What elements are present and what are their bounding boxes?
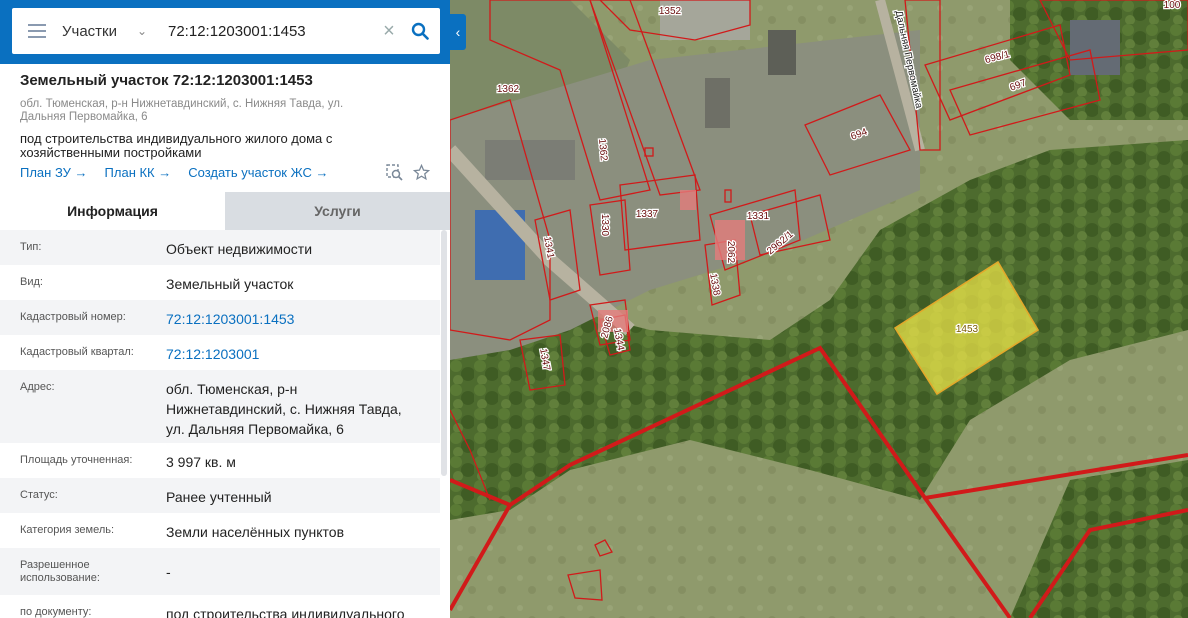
parcel-label: 2062 <box>725 241 736 264</box>
table-row: по документу: под строительства индивиду… <box>0 595 440 618</box>
search-bar: Участки ⌄ × <box>0 0 450 64</box>
link-plan-kk[interactable]: План КК → <box>105 165 172 180</box>
row-label: Кадастровый квартал: <box>20 346 134 358</box>
row-value: Земли населённых пунктов <box>166 524 345 540</box>
row-value: 3 997 кв. м <box>166 454 236 470</box>
tab-info[interactable]: Информация <box>0 192 225 230</box>
row-label: Площадь уточненная: <box>20 454 133 466</box>
collapse-icon: ‹ <box>455 24 461 40</box>
parcel-label: 1453 <box>956 324 979 335</box>
cadastral-map[interactable]: 1352 100 698/1 697 1362 1362 694 1337 1331 1330 13… <box>450 0 1188 618</box>
object-links: План ЗУ → План КК → Создать участок ЖС → <box>20 165 328 180</box>
cadastral-number-link[interactable]: 72:12:1203001:1453 <box>166 300 420 335</box>
search-input[interactable] <box>164 16 378 46</box>
row-value: обл. Тюменская, р-н Нижнетавдинский, с. … <box>166 381 402 437</box>
parcel-label: 1362 <box>497 84 520 95</box>
row-label: Тип: <box>20 241 42 253</box>
row-value: под строительства индивидуального <box>166 606 405 618</box>
search-button[interactable] <box>400 8 440 54</box>
row-label: по документу: <box>20 606 92 618</box>
object-actions <box>386 164 430 181</box>
info-table: Тип: Объект недвижимости Вид: Земельный … <box>0 230 440 618</box>
cadastral-quarter-link[interactable]: 72:12:1203001 <box>166 335 420 370</box>
zoom-to-icon[interactable] <box>386 164 403 181</box>
table-row: Статус: Ранее учтенный <box>0 478 440 513</box>
scrollbar[interactable] <box>441 230 447 476</box>
menu-icon <box>28 24 46 38</box>
link-create-parcel[interactable]: Создать участок ЖС → <box>188 165 328 180</box>
table-row: Кадастровый номер: 72:12:1203001:1453 <box>0 300 440 335</box>
row-label: Разрешенное использование: <box>20 559 100 584</box>
row-value: Земельный участок <box>166 276 294 292</box>
parcel-label: 1330 <box>599 214 610 237</box>
layer-select[interactable]: Участки ⌄ <box>62 8 164 54</box>
table-row: Адрес: обл. Тюменская, р-н Нижнетавдинск… <box>0 370 440 443</box>
row-label: Адрес: <box>20 381 55 393</box>
row-label: Вид: <box>20 276 43 288</box>
table-row: Площадь уточненная: 3 997 кв. м <box>0 443 440 478</box>
star-icon[interactable] <box>413 164 430 181</box>
object-header: Земельный участок 72:12:1203001:1453 обл… <box>0 64 450 192</box>
object-title: Земельный участок 72:12:1203001:1453 <box>20 72 313 89</box>
table-row: Разрешенное использование: - <box>0 548 440 595</box>
collapse-panel-button[interactable]: ‹ <box>450 14 466 50</box>
tab-services[interactable]: Услуги <box>225 192 450 230</box>
table-row: Вид: Земельный участок <box>0 265 440 300</box>
parcel-label: 100 <box>1164 0 1181 11</box>
search-box: Участки ⌄ × <box>12 8 440 54</box>
row-value: Объект недвижимости <box>166 241 313 257</box>
parcel-label: 1337 <box>636 209 659 220</box>
object-purpose: под строительства индивидуального жилого… <box>20 131 333 160</box>
search-icon <box>411 22 429 40</box>
row-label: Категория земель: <box>20 524 115 536</box>
link-plan-zu[interactable]: План ЗУ → <box>20 165 88 180</box>
chevron-down-icon: ⌄ <box>137 24 148 38</box>
tabs: Информация Услуги <box>0 192 450 230</box>
info-panel: Участки ⌄ × Земельный участок 72:12:1203… <box>0 0 450 618</box>
parcel-label: 1352 <box>659 6 682 17</box>
clear-icon[interactable]: × <box>378 20 400 43</box>
row-value: Ранее учтенный <box>166 489 272 505</box>
table-row: Тип: Объект недвижимости <box>0 230 440 265</box>
object-address: обл. Тюменская, р-н Нижнетавдинский, с. … <box>20 98 344 123</box>
table-row: Категория земель: Земли населённых пункт… <box>0 513 440 548</box>
table-row: Кадастровый квартал: 72:12:1203001 <box>0 335 440 370</box>
parcel-label: 1331 <box>747 211 770 222</box>
layer-select-label: Участки <box>62 22 117 40</box>
parcel-label: 1362 <box>596 138 609 162</box>
row-value: - <box>166 564 171 580</box>
row-label: Кадастровый номер: <box>20 311 126 323</box>
row-label: Статус: <box>20 489 58 501</box>
menu-button[interactable] <box>12 8 62 54</box>
